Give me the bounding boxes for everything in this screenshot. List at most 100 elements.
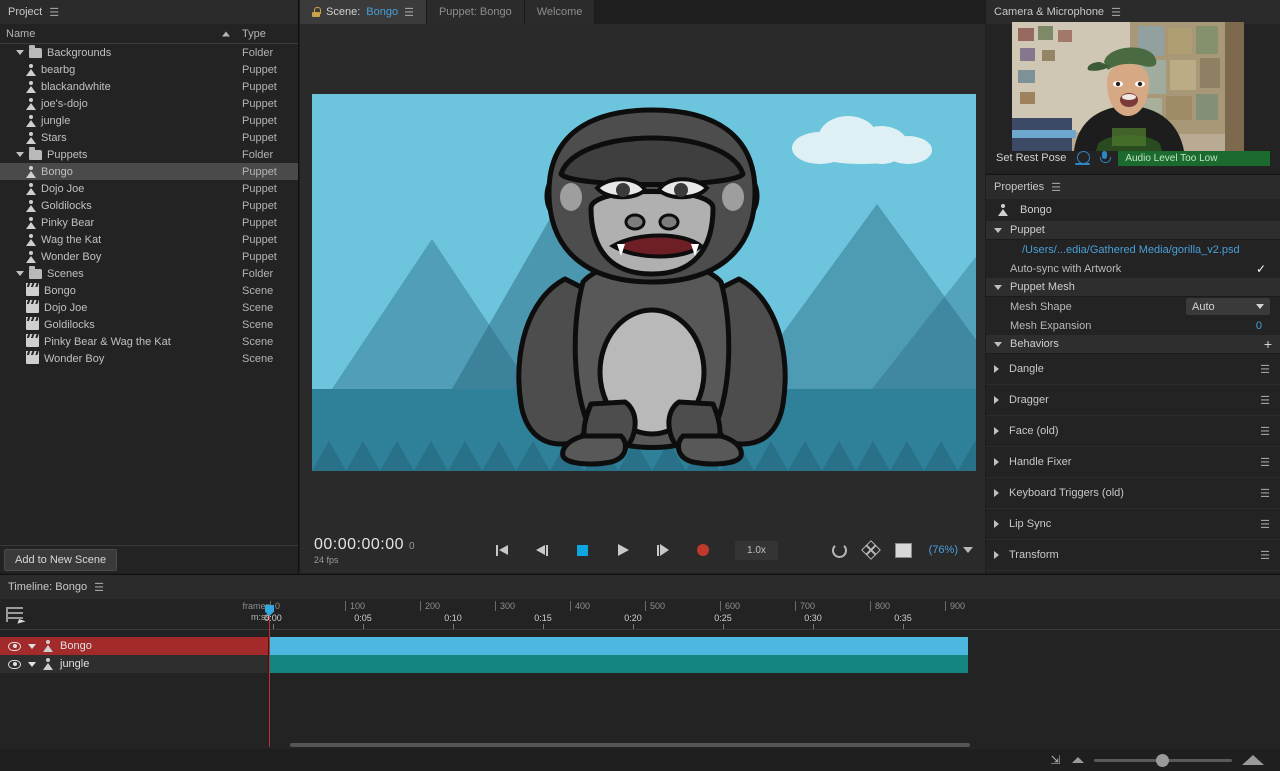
playhead[interactable] xyxy=(265,605,274,747)
timeline-horizontal-scrollbar[interactable] xyxy=(290,743,970,747)
chevron-right-icon[interactable] xyxy=(994,396,999,404)
behavior-menu-icon[interactable]: ☰ xyxy=(1260,518,1270,531)
timeline-track-row[interactable]: Bongo xyxy=(0,637,1280,655)
play-icon[interactable] xyxy=(615,542,631,558)
behavior-menu-icon[interactable]: ☰ xyxy=(1260,394,1270,407)
source-path-link[interactable]: /Users/...edia/Gathered Media/gorilla_v2… xyxy=(986,244,1240,256)
add-to-new-scene-button[interactable]: Add to New Scene xyxy=(4,548,118,571)
timeline-track-row[interactable]: jungle xyxy=(0,655,1280,673)
webcam-preview[interactable] xyxy=(1012,22,1244,151)
project-item-backgrounds[interactable]: Backgrounds Folder xyxy=(0,44,298,61)
project-item-dojo-joe[interactable]: Dojo Joe Scene xyxy=(0,299,298,316)
background-color-swatch[interactable] xyxy=(894,542,912,558)
track-header[interactable]: Bongo xyxy=(0,637,268,655)
chevron-right-icon[interactable] xyxy=(994,365,999,373)
camera-menu-icon[interactable]: ☰ xyxy=(1111,6,1121,19)
column-header-type[interactable]: Type xyxy=(238,28,298,40)
behavior-menu-icon[interactable]: ☰ xyxy=(1260,425,1270,438)
scene-stage[interactable] xyxy=(312,94,976,471)
stop-icon[interactable] xyxy=(575,542,591,558)
section-puppet-mesh[interactable]: Puppet Mesh xyxy=(986,278,1280,297)
step-forward-icon[interactable] xyxy=(655,542,671,558)
behavior-menu-icon[interactable]: ☰ xyxy=(1260,363,1270,376)
project-item-wag-the-kat[interactable]: Wag the Kat Puppet xyxy=(0,231,298,248)
behavior-transform[interactable]: Transform ☰ xyxy=(986,540,1280,571)
tab-welcome[interactable]: Welcome xyxy=(524,0,596,24)
chevron-right-icon[interactable] xyxy=(994,551,999,559)
behavior-menu-icon[interactable]: ☰ xyxy=(1260,487,1270,500)
auto-sync-checkbox[interactable]: ✓ xyxy=(1256,262,1266,276)
project-item-bearbg[interactable]: bearbg Puppet xyxy=(0,61,298,78)
tab-bongo[interactable]: Scene: Bongo ☰ xyxy=(300,0,427,24)
project-item-puppets[interactable]: Puppets Folder xyxy=(0,146,298,163)
behavior-dragger[interactable]: Dragger ☰ xyxy=(986,385,1280,416)
project-item-pinky-bear[interactable]: Pinky Bear Puppet xyxy=(0,214,298,231)
camera-toggle-icon[interactable] xyxy=(1075,151,1091,165)
project-item-wonder-boy[interactable]: Wonder Boy Scene xyxy=(0,350,298,367)
record-icon[interactable] xyxy=(695,542,711,558)
zoom-in-icon[interactable] xyxy=(1242,755,1264,765)
timecode-display[interactable]: 00:00:00:00 0 24 fps xyxy=(314,536,415,565)
project-item-stars[interactable]: Stars Puppet xyxy=(0,129,298,146)
mesh-expansion-value[interactable]: 0 xyxy=(1256,320,1262,332)
mesh-shape-dropdown[interactable]: Auto xyxy=(1186,298,1270,315)
go-to-start-icon[interactable] xyxy=(495,542,511,558)
project-item-scenes[interactable]: Scenes Folder xyxy=(0,265,298,282)
expand-arrows-icon[interactable]: ⇲ xyxy=(1049,753,1062,767)
chevron-down-icon[interactable] xyxy=(963,547,973,553)
zoom-level-control[interactable]: (76%) xyxy=(929,544,973,556)
project-item-goldilocks[interactable]: Goldilocks Puppet xyxy=(0,197,298,214)
project-item-dojo-joe[interactable]: Dojo Joe Puppet xyxy=(0,180,298,197)
behavior-menu-icon[interactable]: ☰ xyxy=(1260,456,1270,469)
timeline-zoom-slider[interactable] xyxy=(1094,753,1232,767)
chevron-right-icon[interactable] xyxy=(994,458,999,466)
timeline-clip[interactable] xyxy=(270,637,968,655)
timeline-zoom-knob[interactable] xyxy=(1156,753,1169,767)
properties-menu-icon[interactable]: ☰ xyxy=(1051,181,1061,194)
lock-icon[interactable] xyxy=(312,7,321,17)
disclosure-triangle-icon[interactable] xyxy=(16,50,24,55)
disclosure-triangle-icon[interactable] xyxy=(28,643,36,649)
playback-speed[interactable]: 1.0x xyxy=(735,540,778,560)
behavior-lip-sync[interactable]: Lip Sync ☰ xyxy=(986,509,1280,540)
selection-tool-icon[interactable] xyxy=(6,606,23,622)
chevron-right-icon[interactable] xyxy=(994,489,999,497)
behavior-face-old-[interactable]: Face (old) ☰ xyxy=(986,416,1280,447)
project-menu-icon[interactable]: ☰ xyxy=(49,6,59,19)
project-item-bongo[interactable]: Bongo Scene xyxy=(0,282,298,299)
disclosure-triangle-icon[interactable] xyxy=(16,152,24,157)
project-item-joe-s-dojo[interactable]: joe's-dojo Puppet xyxy=(0,95,298,112)
sort-ascending-icon[interactable] xyxy=(222,31,230,36)
chevron-down-icon[interactable] xyxy=(994,341,1002,347)
timeline-clip[interactable] xyxy=(270,655,968,673)
gorilla-puppet[interactable] xyxy=(487,104,817,471)
loop-icon[interactable] xyxy=(831,542,847,558)
timeline-menu-icon[interactable]: ☰ xyxy=(94,581,104,594)
show-mesh-icon[interactable] xyxy=(860,540,881,560)
set-rest-pose-button[interactable]: Set Rest Pose xyxy=(996,152,1066,164)
visibility-eye-icon[interactable] xyxy=(8,641,21,651)
project-item-blackandwhite[interactable]: blackandwhite Puppet xyxy=(0,78,298,95)
step-back-icon[interactable] xyxy=(535,542,551,558)
behavior-menu-icon[interactable]: ☰ xyxy=(1260,549,1270,562)
section-behaviors[interactable]: Behaviors + xyxy=(986,335,1280,354)
tab-menu-icon[interactable]: ☰ xyxy=(404,6,414,19)
chevron-down-icon[interactable] xyxy=(994,284,1002,290)
chevron-down-icon[interactable] xyxy=(994,227,1002,233)
disclosure-triangle-icon[interactable] xyxy=(28,661,36,667)
behavior-keyboard-triggers-old-[interactable]: Keyboard Triggers (old) ☰ xyxy=(986,478,1280,509)
timeline-ruler[interactable]: frames m:ss 0 100 200 300 400 500 600 700 800 900… xyxy=(230,599,1280,629)
project-item-jungle[interactable]: jungle Puppet xyxy=(0,112,298,129)
column-header-name[interactable]: Name xyxy=(0,28,238,40)
add-behavior-button[interactable]: + xyxy=(1264,337,1272,351)
project-item-bongo[interactable]: Bongo Puppet xyxy=(0,163,298,180)
project-item-goldilocks[interactable]: Goldilocks Scene xyxy=(0,316,298,333)
track-header[interactable]: jungle xyxy=(0,655,268,673)
tab-puppet-bongo[interactable]: Puppet: Bongo xyxy=(426,0,525,24)
project-item-wonder-boy[interactable]: Wonder Boy Puppet xyxy=(0,248,298,265)
visibility-eye-icon[interactable] xyxy=(8,659,21,669)
chevron-right-icon[interactable] xyxy=(994,427,999,435)
behavior-dangle[interactable]: Dangle ☰ xyxy=(986,354,1280,385)
chevron-right-icon[interactable] xyxy=(994,520,999,528)
microphone-toggle-icon[interactable] xyxy=(1099,151,1111,165)
